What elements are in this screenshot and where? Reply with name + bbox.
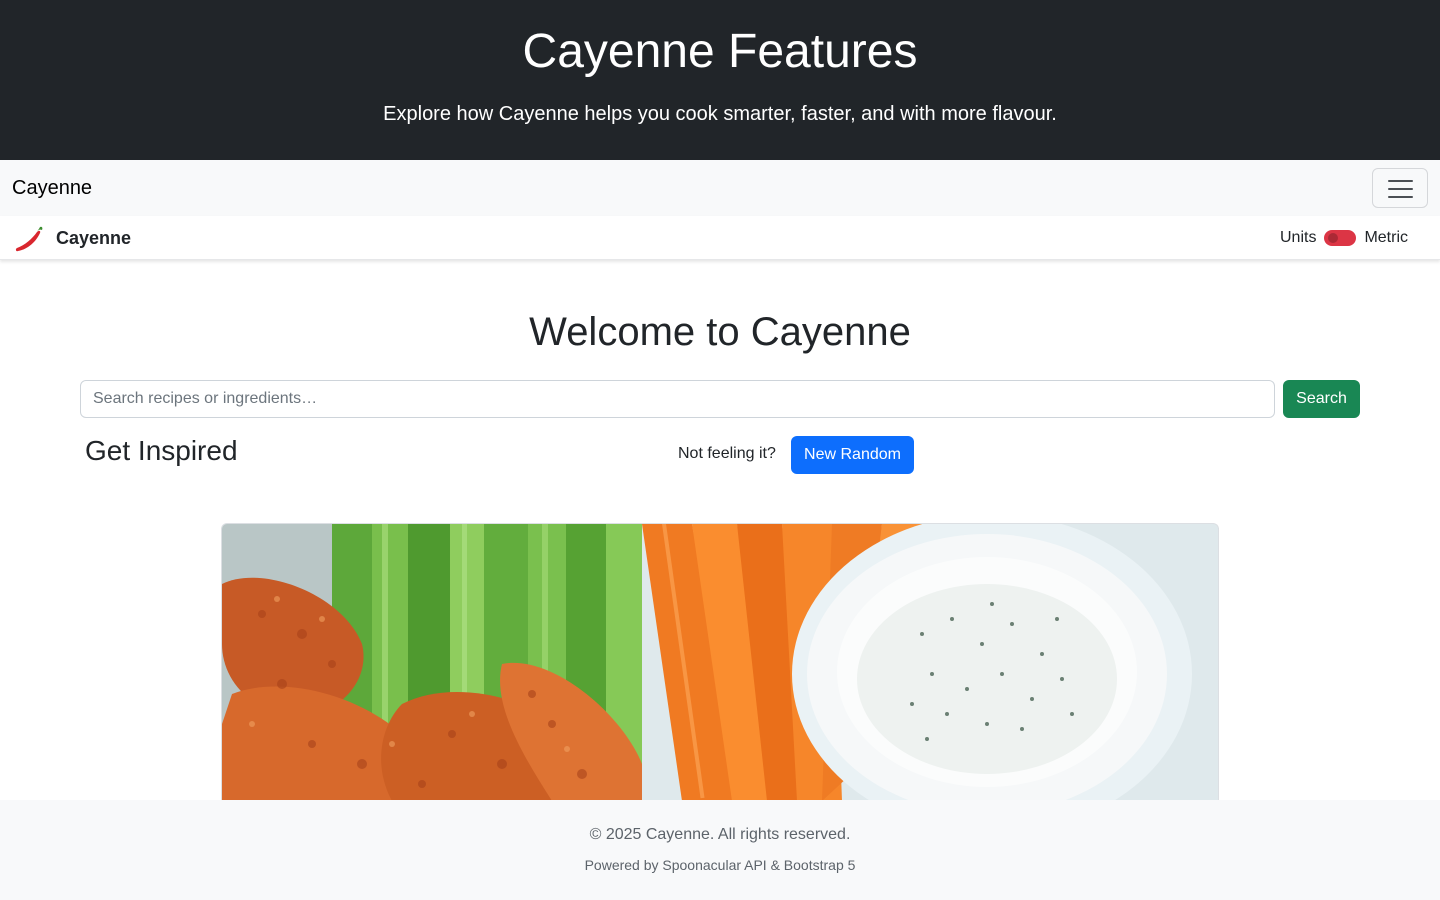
- footer-powered-by: Powered by Spoonacular API & Bootstrap 5: [584, 857, 856, 873]
- units-label: Units: [1279, 229, 1317, 246]
- recipe-card[interactable]: [221, 523, 1219, 800]
- recipe-image[interactable]: [222, 524, 1219, 800]
- hero-banner: Cayenne Features Explore how Cayenne hel…: [0, 0, 1440, 160]
- units-switch-knob: [1328, 233, 1339, 243]
- navbar-toggler-button[interactable]: [1372, 168, 1428, 208]
- units-switch[interactable]: [1324, 230, 1357, 246]
- chili-pepper-icon: [15, 226, 43, 252]
- get-inspired-heading: Get Inspired: [85, 435, 238, 466]
- hero-subtitle: Explore how Cayenne helps you cook smart…: [383, 103, 1057, 125]
- navbar-brand[interactable]: Cayenne: [12, 176, 92, 200]
- page-footer: © 2025 Cayenne. All rights reserved. Pow…: [0, 800, 1440, 900]
- app-header: Cayenne Units Metric: [0, 216, 1440, 260]
- units-value-label: Metric: [1364, 229, 1408, 246]
- hamburger-menu-icon-bar: [1388, 188, 1413, 190]
- new-random-button[interactable]: New Random: [791, 436, 914, 474]
- footer-copyright: © 2025 Cayenne. All rights reserved.: [589, 826, 851, 843]
- welcome-heading: Welcome to Cayenne: [529, 310, 911, 354]
- app-name[interactable]: Cayenne: [56, 227, 131, 249]
- units-toggle-group: Units Metric: [1280, 227, 1408, 249]
- hamburger-menu-icon-bar: [1388, 196, 1413, 198]
- hero-title: Cayenne Features: [522, 25, 918, 78]
- search-input[interactable]: [80, 380, 1275, 418]
- top-navbar: Cayenne: [0, 160, 1440, 216]
- not-feeling-it-text: Not feeling it?: [678, 445, 776, 462]
- search-button[interactable]: Search: [1283, 380, 1360, 418]
- hamburger-menu-icon: [1388, 180, 1413, 182]
